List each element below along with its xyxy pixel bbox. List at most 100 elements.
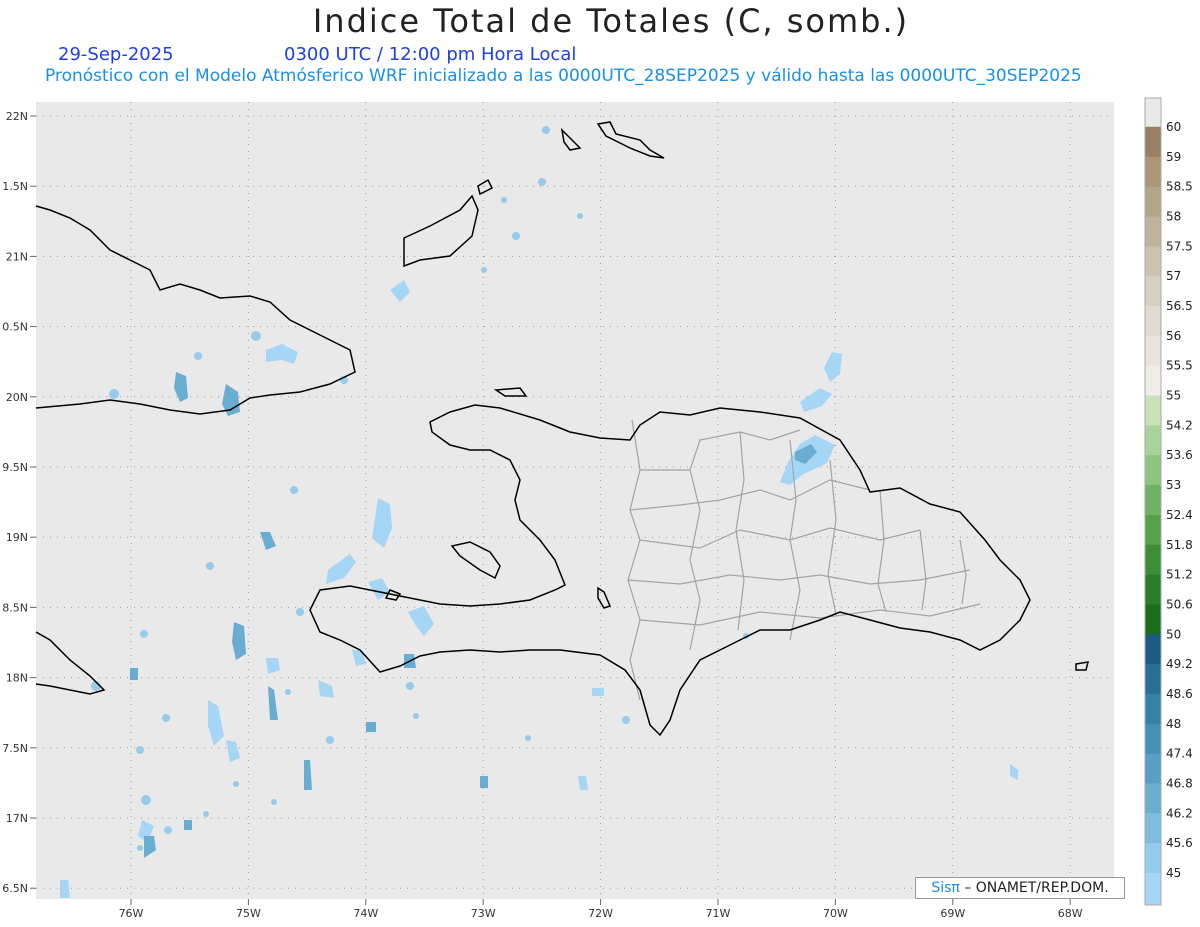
shade-cell bbox=[290, 486, 298, 494]
lat-tick-label: 7.5N bbox=[2, 742, 28, 755]
lat-tick-label: 19N bbox=[6, 531, 28, 544]
colorbar-label: 56 bbox=[1166, 329, 1181, 343]
lon-tick-label: 71W bbox=[706, 907, 731, 920]
shade-cell bbox=[592, 688, 604, 696]
colorbar-label: 58.5 bbox=[1166, 180, 1193, 194]
credit-box: Sisπ – ONAMET/REP.DOM. bbox=[915, 877, 1125, 899]
colorbar-swatch bbox=[1145, 574, 1161, 605]
colorbar-label: 57.5 bbox=[1166, 239, 1193, 253]
colorbar-cap bbox=[1144, 97, 1162, 128]
colorbar-label: 48 bbox=[1166, 717, 1181, 731]
colorbar-label: 45 bbox=[1166, 866, 1181, 880]
shade-cell bbox=[481, 267, 487, 273]
colorbar-label: 51.2 bbox=[1166, 568, 1193, 582]
lat-tick-label: 6.5N bbox=[2, 882, 28, 895]
shade-cell bbox=[512, 232, 520, 240]
colorbar-label: 53 bbox=[1166, 478, 1181, 492]
colorbar-cap bbox=[1145, 873, 1161, 905]
lon-tick-label: 72W bbox=[588, 907, 613, 920]
colorbar-swatch bbox=[1145, 634, 1161, 665]
colorbar-label: 56.5 bbox=[1166, 299, 1193, 313]
lon-tick-label: 73W bbox=[471, 907, 496, 920]
colorbar-swatch bbox=[1145, 276, 1161, 307]
colorbar-label: 50 bbox=[1166, 627, 1181, 641]
brand-label: Sisπ bbox=[931, 880, 960, 896]
shade-cell bbox=[136, 746, 144, 754]
shade-cell bbox=[538, 178, 546, 186]
colorbar-swatch bbox=[1145, 843, 1161, 874]
org-label: – ONAMET/REP.DOM. bbox=[964, 880, 1109, 896]
lat-tick-label: 17N bbox=[6, 812, 28, 825]
shade-cell bbox=[203, 811, 209, 817]
latitude-labels: 22N 1.5N 21N 0.5N 20N 9.5N 19N 8.5N 18N 7.5N 17N 6.… bbox=[2, 110, 36, 895]
lon-tick-label: 74W bbox=[353, 907, 378, 920]
shade-cell bbox=[326, 736, 334, 744]
shade-cell bbox=[413, 713, 419, 719]
shade-cell-strong bbox=[480, 776, 488, 788]
colorbar-label: 47.4 bbox=[1166, 747, 1193, 761]
colorbar-swatch bbox=[1145, 186, 1161, 218]
colorbar-swatch bbox=[1145, 335, 1161, 367]
lon-tick-label: 75W bbox=[236, 907, 261, 920]
shade-cell bbox=[296, 608, 304, 616]
lat-tick-label: 8.5N bbox=[2, 601, 28, 614]
colorbar-label: 45.6 bbox=[1166, 836, 1193, 850]
lon-tick-label: 69W bbox=[940, 907, 965, 920]
colorbar-label: 51.8 bbox=[1166, 538, 1193, 552]
shade-cell bbox=[542, 126, 550, 134]
colorbar-swatch bbox=[1145, 723, 1161, 755]
shade-cell bbox=[206, 562, 214, 570]
shade-cell-strong bbox=[184, 820, 192, 830]
lat-tick-label: 22N bbox=[6, 110, 28, 123]
lon-tick-label: 70W bbox=[823, 907, 848, 920]
colorbar-swatch bbox=[1145, 664, 1161, 695]
lat-tick-label: 9.5N bbox=[2, 461, 28, 474]
shade-cell bbox=[162, 714, 170, 722]
shade-cell bbox=[194, 352, 202, 360]
colorbar-swatch bbox=[1145, 783, 1161, 814]
colorbar-swatch bbox=[1145, 693, 1161, 725]
shade-cell bbox=[141, 795, 151, 805]
colorbar-swatch bbox=[1145, 156, 1161, 188]
shade-cell bbox=[622, 716, 630, 724]
shade-cell-strong bbox=[366, 722, 376, 732]
colorbar-label: 58 bbox=[1166, 210, 1181, 224]
shade-cell bbox=[233, 781, 239, 787]
lat-tick-label: 20N bbox=[6, 391, 28, 404]
shade-cell bbox=[164, 826, 172, 834]
shade-cell bbox=[577, 213, 583, 219]
colorbar-swatch bbox=[1145, 365, 1161, 397]
lon-tick-label: 68W bbox=[1058, 907, 1083, 920]
colorbar-swatch bbox=[1145, 455, 1161, 486]
lat-tick-label: 21N bbox=[6, 250, 28, 263]
shade-cell bbox=[137, 845, 143, 851]
colorbar-swatch bbox=[1145, 544, 1161, 576]
colorbar-swatch bbox=[1145, 216, 1161, 247]
lat-tick-label: 18N bbox=[6, 672, 28, 685]
shade-cell-strong bbox=[130, 668, 138, 680]
colorbar-swatch bbox=[1145, 425, 1161, 456]
colorbar-swatch bbox=[1145, 753, 1161, 784]
map-figure: 22N 1.5N 21N 0.5N 20N 9.5N 19N 8.5N 18N 7.5N 17N 6.… bbox=[2, 97, 1193, 920]
shade-cell bbox=[109, 389, 119, 399]
colorbar-label: 48.6 bbox=[1166, 687, 1193, 701]
lon-tick-label: 76W bbox=[119, 907, 144, 920]
colorbar-label: 53.6 bbox=[1166, 448, 1193, 462]
shade-cell bbox=[285, 689, 291, 695]
lat-tick-label: 0.5N bbox=[2, 321, 28, 334]
colorbar-label: 50.6 bbox=[1166, 597, 1193, 611]
colorbar: 60 59 58.5 58 57.5 57 56.5 56 55.5 55 54.2 53.6 53 52… bbox=[1144, 97, 1193, 906]
colorbar-swatch bbox=[1145, 306, 1161, 337]
colorbar-label: 55 bbox=[1166, 389, 1181, 403]
colorbar-label: 49.2 bbox=[1166, 657, 1193, 671]
colorbar-label: 54.2 bbox=[1166, 418, 1193, 432]
colorbar-label: 60 bbox=[1166, 120, 1181, 134]
colorbar-swatch bbox=[1145, 246, 1161, 277]
longitude-labels: 76W 75W 74W 73W 72W 71W 70W 69W 68W bbox=[119, 899, 1083, 920]
colorbar-label: 59 bbox=[1166, 150, 1181, 164]
shade-cell bbox=[406, 682, 414, 690]
colorbar-swatch bbox=[1145, 127, 1161, 158]
lat-tick-label: 1.5N bbox=[2, 180, 28, 193]
colorbar-swatch bbox=[1145, 485, 1161, 516]
colorbar-label: 52.4 bbox=[1166, 508, 1193, 522]
